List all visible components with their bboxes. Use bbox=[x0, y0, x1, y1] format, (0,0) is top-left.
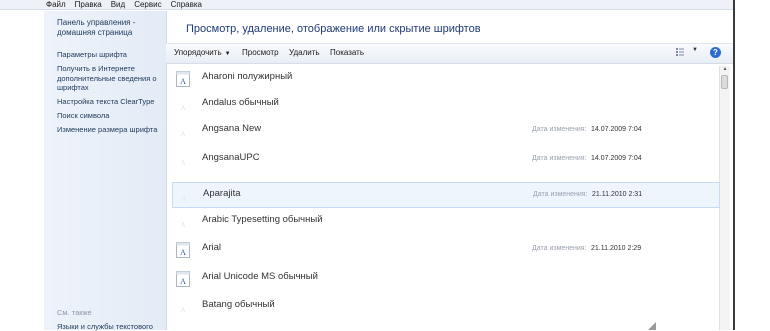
sidebar-item-cleartype[interactable]: Настройка текста ClearType bbox=[57, 97, 162, 107]
font-name: Arial bbox=[202, 242, 222, 253]
font-icon-faded: A bbox=[180, 130, 185, 138]
cursor-icon bbox=[648, 322, 656, 330]
font-list-item[interactable]: A AngsanaUPC Дата изменения: 14.07.2009 7:0… bbox=[172, 147, 720, 173]
chevron-down-icon: ▼ bbox=[224, 51, 231, 57]
svg-text:A: A bbox=[180, 277, 186, 286]
font-list-item[interactable]: A Arial Дата изменения: 21.11.2010 2:29 bbox=[172, 237, 720, 263]
sidebar-item-find-character[interactable]: Поиск символа bbox=[57, 111, 162, 121]
menu-tools[interactable]: Сервис bbox=[134, 0, 161, 9]
sidebar-item-font-settings[interactable]: Параметры шрифта bbox=[57, 50, 162, 60]
see-also-heading: См. также bbox=[57, 308, 92, 317]
svg-text:A: A bbox=[180, 306, 185, 314]
sidebar-item-change-font-size[interactable]: Изменение размера шрифта bbox=[57, 125, 162, 135]
font-icon-faded: A bbox=[180, 306, 185, 314]
font-icon-faded: A bbox=[180, 104, 185, 112]
font-name: Andalus обычный bbox=[202, 97, 279, 108]
font-name: Batang обычный bbox=[202, 299, 275, 310]
menu-file[interactable]: Файл bbox=[46, 0, 66, 9]
font-name: Arial Unicode MS обычный bbox=[202, 271, 318, 282]
font-name: AngsanaUPC bbox=[202, 152, 260, 163]
sidebar-home-link[interactable]: Панель управления - домашняя страница bbox=[57, 18, 157, 38]
scroll-thumb[interactable] bbox=[721, 75, 728, 89]
organize-button[interactable]: Упорядочить ▼ bbox=[174, 48, 231, 57]
font-list-item[interactable]: A Aharoni полужирный bbox=[172, 66, 720, 92]
view-dropdown-icon[interactable]: ▼ bbox=[692, 47, 698, 53]
date-modified-value: 21.11.2010 2:29 bbox=[591, 245, 642, 252]
date-modified-label: Дата изменения: bbox=[532, 245, 587, 252]
page-title: Просмотр, удаление, отображение или скры… bbox=[186, 23, 481, 35]
font-name: Aparajita bbox=[203, 188, 241, 199]
menu-bar: Файл Правка Вид Сервис Справка bbox=[0, 0, 735, 10]
date-modified-label: Дата изменения: bbox=[533, 191, 588, 198]
sidebar: Панель управления - домашняя страница Па… bbox=[44, 11, 167, 331]
menu-edit[interactable]: Правка bbox=[75, 0, 102, 9]
font-list-item[interactable]: A Arabic Typesetting обычный bbox=[172, 209, 720, 235]
date-modified-value: 21.11.2010 2:31 bbox=[592, 191, 643, 198]
preview-button[interactable]: Просмотр bbox=[242, 48, 279, 57]
font-list-item[interactable]: A Arial Unicode MS обычный bbox=[172, 266, 720, 292]
help-icon[interactable]: ? bbox=[710, 47, 721, 58]
font-name: Arabic Typesetting обычный bbox=[202, 214, 323, 225]
svg-text:A: A bbox=[180, 248, 186, 257]
date-modified-value: 14.07.2009 7:04 bbox=[591, 126, 642, 133]
font-name: Angsana New bbox=[202, 123, 262, 134]
delete-button[interactable]: Удалить bbox=[289, 48, 320, 57]
sidebar-item-get-more-info[interactable]: Получить в Интернете дополнительные свед… bbox=[57, 64, 162, 93]
menu-view[interactable]: Вид bbox=[111, 0, 125, 9]
svg-text:A: A bbox=[180, 159, 185, 167]
svg-text:A: A bbox=[181, 195, 186, 203]
font-list-item[interactable]: A Andalus обычный bbox=[172, 92, 720, 118]
svg-text:A: A bbox=[180, 130, 185, 138]
menu-help[interactable]: Справка bbox=[171, 0, 202, 9]
date-modified-label: Дата изменения: bbox=[532, 155, 587, 162]
svg-text:A: A bbox=[180, 77, 186, 86]
font-list-item[interactable]: A Batang обычный bbox=[172, 294, 720, 320]
font-icon-a: A bbox=[176, 271, 190, 287]
window-edge bbox=[733, 0, 735, 330]
show-button[interactable]: Показать bbox=[330, 48, 364, 57]
toolbar: Упорядочить ▼ Просмотр Удалить Показать bbox=[166, 43, 733, 64]
svg-text:A: A bbox=[180, 221, 185, 229]
date-modified-value: 14.07.2009 7:04 bbox=[591, 155, 642, 162]
font-icon-faded: A bbox=[181, 195, 186, 203]
font-list-item[interactable]: A Angsana New Дата изменения: 14.07.2009 7:… bbox=[172, 118, 720, 144]
svg-text:A: A bbox=[180, 104, 185, 112]
view-options-icon[interactable] bbox=[676, 48, 684, 56]
scroll-up-icon[interactable]: ▲ bbox=[720, 66, 730, 74]
font-list-item[interactable]: A Aparajita Дата изменения: 21.11.2010 2:31 bbox=[172, 182, 720, 208]
date-modified-label: Дата изменения: bbox=[532, 126, 587, 133]
font-icon-faded: A bbox=[180, 221, 185, 229]
font-icon-faded: A bbox=[180, 159, 185, 167]
font-name: Aharoni полужирный bbox=[202, 71, 293, 82]
organize-label: Упорядочить bbox=[174, 48, 222, 57]
vertical-scrollbar[interactable]: ▲ bbox=[719, 66, 730, 330]
font-icon-a: A bbox=[176, 71, 190, 87]
font-icon-a: A bbox=[176, 242, 190, 258]
